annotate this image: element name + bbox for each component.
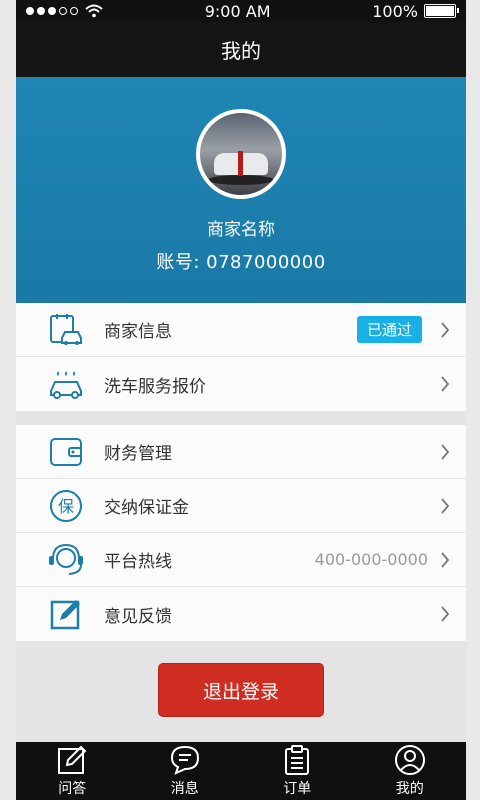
menu-label: 平台热线: [104, 552, 172, 572]
car-wash-icon: [46, 364, 86, 404]
hotline-number: 400-000-0000: [314, 550, 428, 569]
chevron-right-icon: [436, 443, 454, 461]
menu-item-deposit[interactable]: 保 交纳保证金: [16, 479, 466, 533]
menu-group-merchant: 商家信息 已通过 洗车服务报价: [16, 303, 466, 411]
wifi-icon: [85, 4, 103, 18]
qa-edit-icon: [56, 744, 88, 776]
menu-item-merchant-info[interactable]: 商家信息 已通过: [16, 303, 466, 357]
chevron-right-icon: [436, 605, 454, 623]
status-time: 9:00 AM: [204, 1, 271, 21]
account-number: 账号: 0787000000: [156, 252, 326, 273]
chevron-right-icon: [436, 551, 454, 569]
status-badge: 已通过: [356, 316, 422, 343]
menu-label: 交纳保证金: [104, 498, 189, 518]
signal-icon: [26, 4, 103, 18]
menu-item-finance[interactable]: 财务管理: [16, 425, 466, 479]
logout-section: 退出登录: [16, 641, 466, 739]
menu-group-account: 财务管理 保 交纳保证金 平台热线 400-000-0000 意见反馈: [16, 425, 466, 641]
menu-item-feedback[interactable]: 意见反馈: [16, 587, 466, 641]
tab-label: 消息: [170, 781, 199, 797]
page-title: 我的: [221, 39, 261, 63]
wallet-icon: [46, 432, 86, 472]
merchant-name: 商家名称: [207, 220, 275, 240]
message-bubble-icon: [169, 744, 201, 776]
chevron-right-icon: [436, 497, 454, 515]
tab-label: 问答: [58, 781, 87, 797]
tab-label: 我的: [395, 781, 424, 797]
menu-label: 意见反馈: [104, 606, 172, 627]
feedback-edit-icon: [46, 594, 86, 634]
svg-text:保: 保: [58, 497, 74, 516]
merchant-car-icon: [46, 310, 86, 350]
tab-label: 订单: [283, 781, 312, 797]
nav-bar: 我的: [16, 22, 466, 77]
chevron-right-icon: [436, 321, 454, 339]
order-clipboard-icon: [281, 744, 313, 776]
tab-orders[interactable]: 订单: [241, 742, 354, 800]
menu-label: 财务管理: [104, 444, 172, 464]
menu-label: 商家信息: [104, 322, 172, 342]
tab-mine[interactable]: 我的: [354, 742, 467, 800]
avatar[interactable]: [196, 109, 286, 199]
menu-label: 洗车服务报价: [104, 376, 206, 397]
app-screen: 9:00 AM 100% 我的 商家名称 账号: 0787000000 商家信息…: [16, 0, 466, 800]
menu-item-wash-price[interactable]: 洗车服务报价: [16, 357, 466, 411]
bottom-tab-bar: 问答 消息 订单 我的: [16, 742, 466, 800]
section-divider: [16, 411, 466, 425]
chevron-right-icon: [436, 375, 454, 393]
headset-icon: [46, 540, 86, 580]
user-profile-icon: [394, 744, 426, 776]
logout-button[interactable]: 退出登录: [158, 663, 324, 717]
tab-qa[interactable]: 问答: [16, 742, 129, 800]
battery-percent: 100%: [372, 1, 418, 21]
menu-item-hotline[interactable]: 平台热线 400-000-0000: [16, 533, 466, 587]
status-bar: 9:00 AM 100%: [16, 0, 466, 22]
battery-icon: [423, 4, 459, 18]
profile-header: 商家名称 账号: 0787000000: [16, 77, 466, 303]
deposit-shield-icon: 保: [46, 486, 86, 526]
tab-messages[interactable]: 消息: [129, 742, 242, 800]
